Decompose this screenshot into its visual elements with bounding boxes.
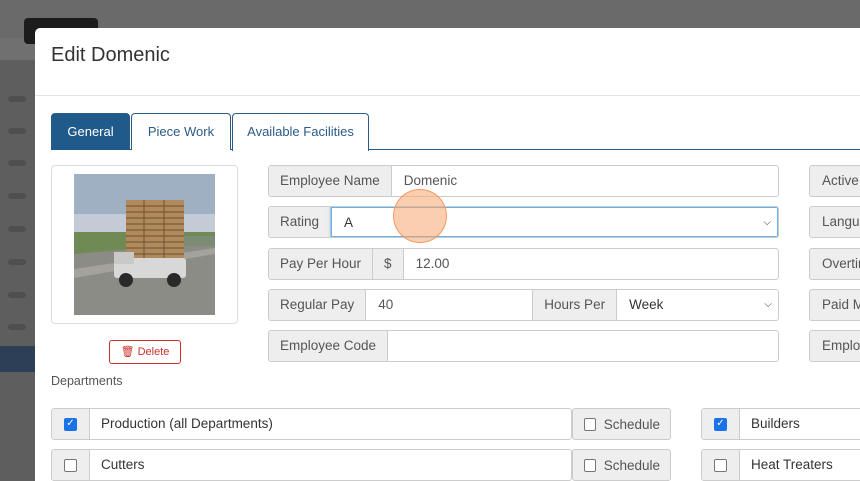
trash-icon: 🗑 (120, 346, 135, 358)
schedule-toggle-cutters[interactable]: Schedule (572, 449, 671, 481)
employee-code-label: Employee Code (269, 331, 389, 361)
chevron-down-icon: ⌵ (764, 299, 772, 310)
active-label: Active (809, 165, 860, 197)
pay-per-hour-label: Pay Per Hour (269, 249, 374, 279)
departments-label: Departments (51, 374, 123, 388)
employee-code-group: Employee Code (268, 330, 779, 362)
department-name: Production (all Departments) (101, 416, 273, 431)
delete-label: Delete (137, 346, 170, 358)
hours-per-select[interactable]: Week ⌵ (617, 290, 778, 320)
background-sidebar-item (8, 226, 26, 232)
regular-pay-label: Regular Pay (269, 290, 367, 320)
background-sidebar-item (8, 292, 26, 298)
background-sidebar-active-item (0, 346, 36, 372)
schedule-label: Schedule (603, 416, 660, 432)
employee-photo-frame (51, 165, 238, 324)
department-row: Cutters (51, 449, 572, 481)
modal-header: Edit Domenic (35, 28, 860, 96)
rating-select[interactable]: A ⌵ (331, 207, 778, 237)
hours-per-label: Hours Per (533, 290, 618, 320)
checkbox-cell (52, 450, 90, 480)
checkbox-cell: ✓ (702, 409, 740, 439)
regular-pay-group: Regular Pay 40 Hours Per Week ⌵ (268, 289, 779, 321)
department-name: Builders (751, 416, 800, 431)
language-label: Langua (809, 206, 860, 238)
department-row: Heat Treaters (701, 449, 860, 481)
checkbox-cell: ✓ (52, 409, 90, 439)
department-row: ✓ Production (all Departments) (51, 408, 572, 440)
employee-name-input[interactable]: Domenic (392, 166, 778, 196)
checkbox-cell (702, 450, 740, 480)
modal-title: Edit Domenic (51, 44, 170, 66)
delete-photo-button[interactable]: 🗑 Delete (109, 340, 181, 364)
department-name: Heat Treaters (751, 457, 833, 472)
schedule-toggle-production[interactable]: Schedule (572, 408, 671, 440)
schedule-checkbox[interactable] (584, 417, 596, 431)
employee-name-label: Employee Name (269, 166, 392, 196)
tab-piece-work[interactable]: Piece Work (131, 113, 231, 150)
background-sidebar-item (8, 160, 26, 166)
tab-general[interactable]: General (51, 113, 130, 150)
rating-label: Rating (269, 207, 332, 237)
department-checkbox-builders[interactable]: ✓ (714, 417, 727, 431)
department-checkbox-cutters[interactable] (64, 458, 77, 472)
chevron-down-icon: ⌵ (763, 217, 771, 228)
employee-type-label: Employ (809, 330, 860, 362)
rating-group: Rating A ⌵ (268, 206, 779, 238)
background-sidebar (0, 60, 36, 481)
background-sidebar-item (8, 324, 26, 330)
department-name: Cutters (101, 457, 145, 472)
background-sidebar-item (8, 259, 26, 265)
rating-value: A (344, 215, 354, 230)
truck-with-pallets-image (74, 174, 215, 315)
regular-pay-input[interactable]: 40 (366, 290, 534, 320)
department-checkbox-production[interactable]: ✓ (64, 417, 77, 431)
schedule-checkbox[interactable] (584, 458, 596, 472)
department-checkbox-heat-treaters[interactable] (714, 458, 727, 472)
pay-per-hour-input[interactable]: 12.00 (404, 249, 778, 279)
background-sidebar-item (8, 128, 26, 134)
edit-employee-modal: Edit Domenic General Piece Work Availabl… (35, 28, 860, 481)
tab-available-facilities[interactable]: Available Facilities (232, 113, 369, 151)
background-sidebar-item (8, 96, 26, 102)
hours-per-value: Week (629, 297, 664, 312)
currency-symbol: $ (373, 249, 404, 279)
pay-per-hour-group: Pay Per Hour $ 12.00 (268, 248, 779, 280)
employee-photo[interactable] (74, 174, 215, 315)
schedule-label: Schedule (603, 457, 660, 473)
background-sidebar-item (8, 193, 26, 199)
overtime-label: Overtir (809, 248, 860, 280)
department-row: ✓ Builders (701, 408, 860, 440)
paid-label: Paid M (809, 289, 860, 321)
tab-bar: General Piece Work Available Facilities (51, 113, 860, 151)
employee-name-group: Employee Name Domenic (268, 165, 779, 197)
employee-code-input[interactable] (388, 331, 778, 361)
